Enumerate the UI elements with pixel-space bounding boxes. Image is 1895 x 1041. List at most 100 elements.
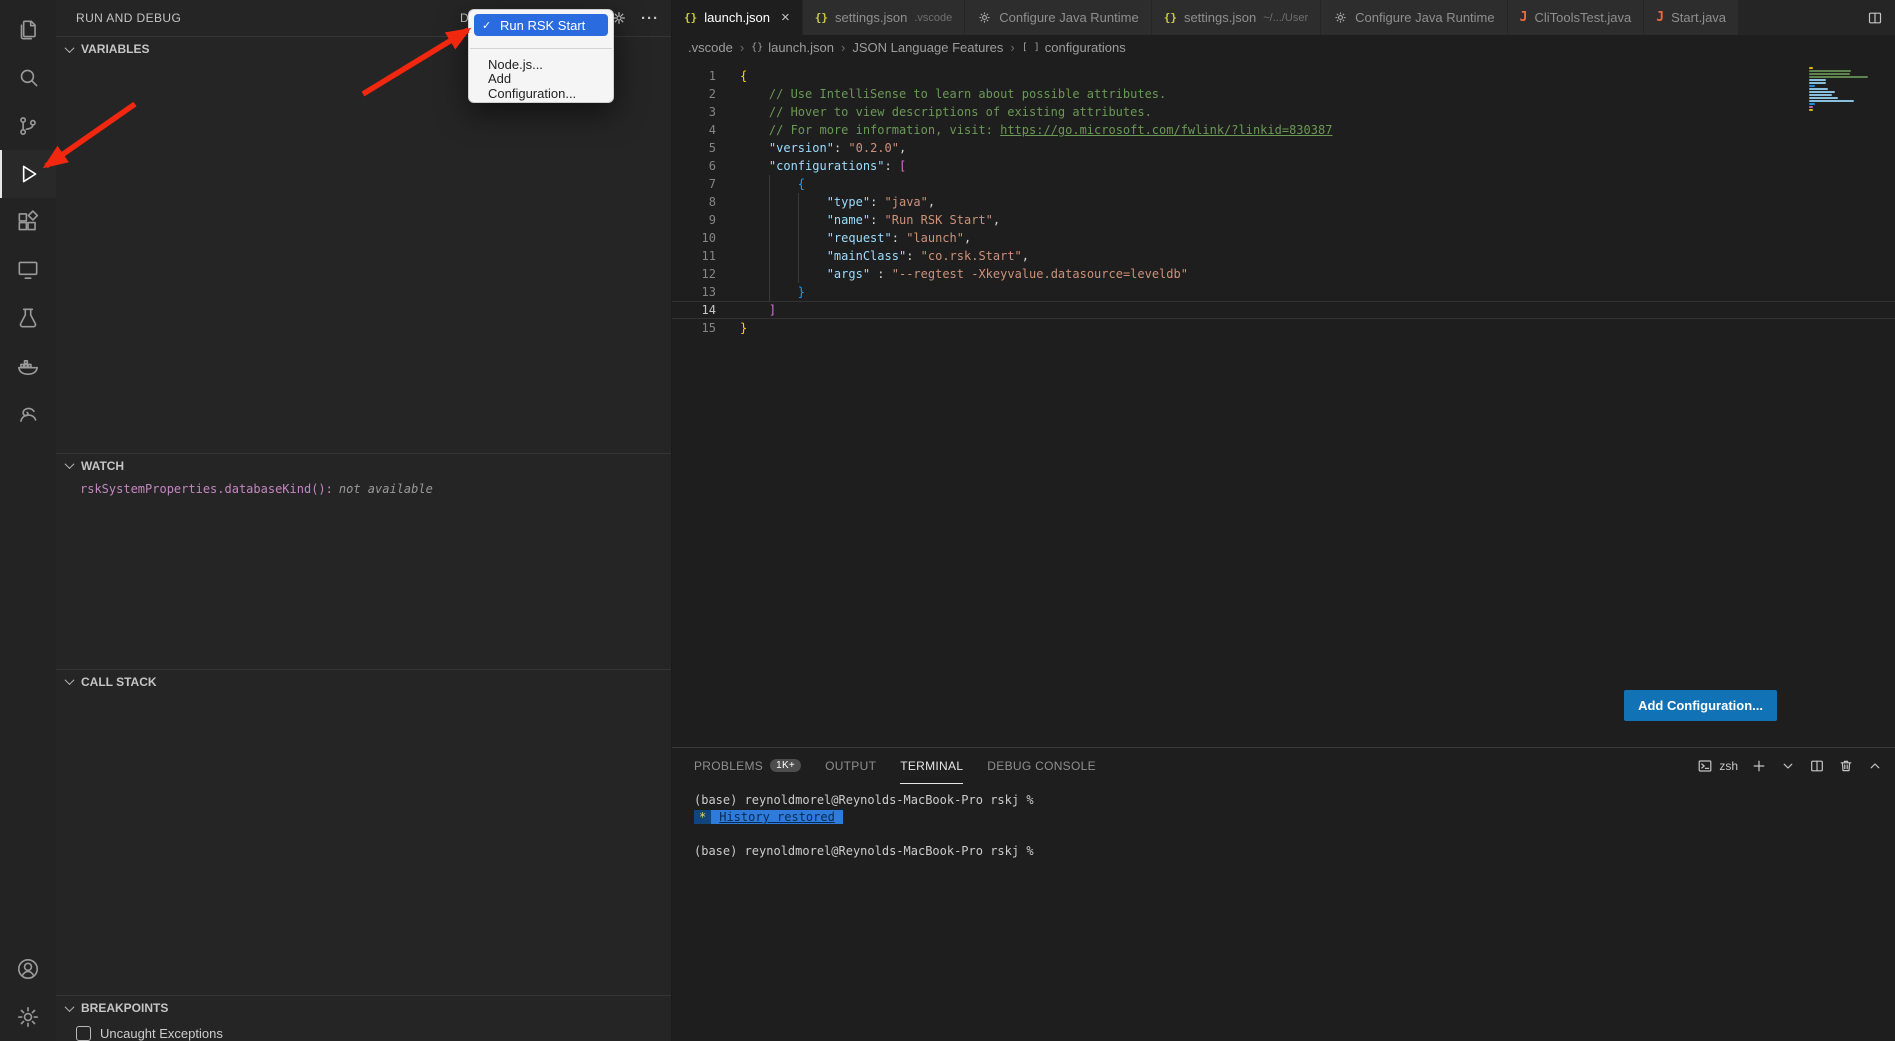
remote-explorer-icon[interactable] [0,246,56,294]
code-line-13[interactable]: 13 } [672,283,1895,301]
code-lines: 1{2 // Use IntelliSense to learn about p… [672,59,1895,337]
terminal-icon [1697,758,1713,774]
minimap-line [1809,85,1815,87]
code-line-9[interactable]: 9 "name": "Run RSK Start", [672,211,1895,229]
tab-settings-json[interactable]: {}settings.json~/.../User [1152,0,1321,35]
tab-configure-java-runtime[interactable]: Configure Java Runtime [1321,0,1507,35]
line-number[interactable]: 10 [672,229,716,247]
breakpoints-section-header[interactable]: BREAKPOINTS [56,996,671,1020]
menu-item-run-rsk-start[interactable]: ✓Run RSK Start [474,14,608,36]
activity-bar-top [0,6,56,438]
line-number[interactable]: 9 [672,211,716,229]
run-and-debug-icon[interactable] [0,150,56,198]
terminal-output[interactable]: (base) reynoldmorel@Reynolds-MacBook-Pro… [672,784,1895,1041]
line-number[interactable]: 6 [672,157,716,175]
testing-icon[interactable] [0,294,56,342]
tab-clitoolstest-java[interactable]: J CliToolsTest.java [1508,0,1645,35]
menu-item-add-configuration[interactable]: Add Configuration... [474,75,608,97]
code-line-8[interactable]: 8 "type": "java", [672,193,1895,211]
accounts-icon[interactable] [0,945,56,993]
tab-title: CliToolsTest.java [1534,10,1631,25]
panel-tab-output[interactable]: OUTPUT [825,748,876,784]
line-number[interactable]: 2 [672,85,716,103]
line-number[interactable]: 5 [672,139,716,157]
line-number[interactable]: 4 [672,121,716,139]
uncaught-exceptions-checkbox[interactable] [76,1026,91,1041]
minimap[interactable] [1809,67,1879,111]
extensions-icon[interactable] [0,198,56,246]
tab-start-java[interactable]: JStart.java [1644,0,1739,35]
terminal-line: (base) reynoldmorel@Reynolds-MacBook-Pro… [694,843,1895,860]
line-number[interactable]: 3 [672,103,716,121]
terminal-shell-picker[interactable]: zsh [1697,758,1738,774]
split-editor-icon[interactable] [1867,10,1883,26]
code-line-6[interactable]: 6 "configurations": [ [672,157,1895,175]
code-line-2[interactable]: 2 // Use IntelliSense to learn about pos… [672,85,1895,103]
json-file-icon: {} [684,11,697,24]
line-number[interactable]: 1 [672,67,716,85]
watch-expression-row[interactable]: rskSystemProperties.databaseKind():not a… [56,478,671,496]
line-number[interactable]: 7 [672,175,716,193]
watch-expression: rskSystemProperties.databaseKind(): [80,482,333,496]
line-number[interactable]: 15 [672,319,716,337]
panel-control-icons [1751,758,1883,774]
panel-tab-bar: PROBLEMS1K+ OUTPUT TERMINAL DEBUG CONSOLE z… [672,748,1895,784]
trash-icon[interactable] [1838,758,1854,774]
code-line-10[interactable]: 10 "request": "launch", [672,229,1895,247]
json-file-icon: {} [1164,11,1177,24]
docker-icon[interactable] [0,342,56,390]
java-file-icon: J [1520,10,1528,25]
code-line-12[interactable]: 12 "args" : "--regtest -Xkeyvalue.dataso… [672,265,1895,283]
panel-tab-debug-console[interactable]: DEBUG CONSOLE [987,748,1096,784]
tab-detail: ~/.../User [1263,12,1308,24]
explorer-icon[interactable] [0,6,56,54]
shell-label: zsh [1719,759,1738,773]
code-line-5[interactable]: 5 "version": "0.2.0", [672,139,1895,157]
breakpoint-row: Uncaught Exceptions [56,1020,671,1041]
code-line-14[interactable]: 14 ] [672,301,1895,319]
code-line-7[interactable]: 7 { [672,175,1895,193]
code-line-3[interactable]: 3 // Hover to view descriptions of exist… [672,103,1895,121]
more-actions-icon[interactable]: ··· [641,10,659,27]
chevron-up-icon[interactable] [1867,758,1883,774]
line-number[interactable]: 11 [672,247,716,265]
tab-launch-json[interactable]: {}launch.json× [672,0,803,35]
code-line-11[interactable]: 11 "mainClass": "co.rsk.Start", [672,247,1895,265]
array-symbol-icon: [ ] [1022,42,1040,53]
line-number[interactable]: 14 [672,301,716,319]
breadcrumb-item-vscode[interactable]: .vscode [688,40,733,55]
line-number[interactable]: 8 [672,193,716,211]
close-tab-icon[interactable]: × [781,10,790,25]
breadcrumb-separator-icon: › [1010,40,1014,55]
indent-guide [798,193,799,283]
breadcrumb-item-configurations[interactable]: [ ]configurations [1022,40,1126,55]
tab-settings-json[interactable]: {}settings.json.vscode [803,0,965,35]
breadcrumb-item-launch-json[interactable]: {}launch.json [751,40,834,55]
tab-configure-java-runtime[interactable]: Configure Java Runtime [965,0,1151,35]
terminal-controls: zsh [1697,758,1883,774]
add-configuration-button[interactable]: Add Configuration... [1624,690,1777,721]
code-editor[interactable]: 1{2 // Use IntelliSense to learn about p… [672,59,1895,747]
plus-icon[interactable] [1751,758,1767,774]
chevron-down-icon[interactable] [1780,758,1796,774]
breadcrumb-item-json-language-features[interactable]: JSON Language Features [852,40,1003,55]
breadcrumb-separator-icon: › [841,40,845,55]
watch-section-header[interactable]: WATCH [56,454,671,478]
panel-tab-terminal[interactable]: TERMINAL [900,748,963,784]
source-control-icon[interactable] [0,102,56,150]
split-terminal-icon[interactable] [1809,758,1825,774]
terminal-line: *History restored [694,809,1895,826]
search-icon[interactable] [0,54,56,102]
line-number[interactable]: 12 [672,265,716,283]
tab-detail: .vscode [914,12,952,24]
code-line-1[interactable]: 1{ [672,67,1895,85]
call-stack-section-header[interactable]: CALL STACK [56,670,671,694]
manage-gear-icon[interactable] [0,993,56,1041]
indent-guide [769,175,770,301]
gradle-icon[interactable] [0,390,56,438]
line-number[interactable]: 13 [672,283,716,301]
panel-tab-problems[interactable]: PROBLEMS1K+ [694,748,801,784]
code-line-15[interactable]: 15} [672,319,1895,337]
minimap-line [1809,91,1835,93]
code-line-4[interactable]: 4 // For more information, visit: https:… [672,121,1895,139]
